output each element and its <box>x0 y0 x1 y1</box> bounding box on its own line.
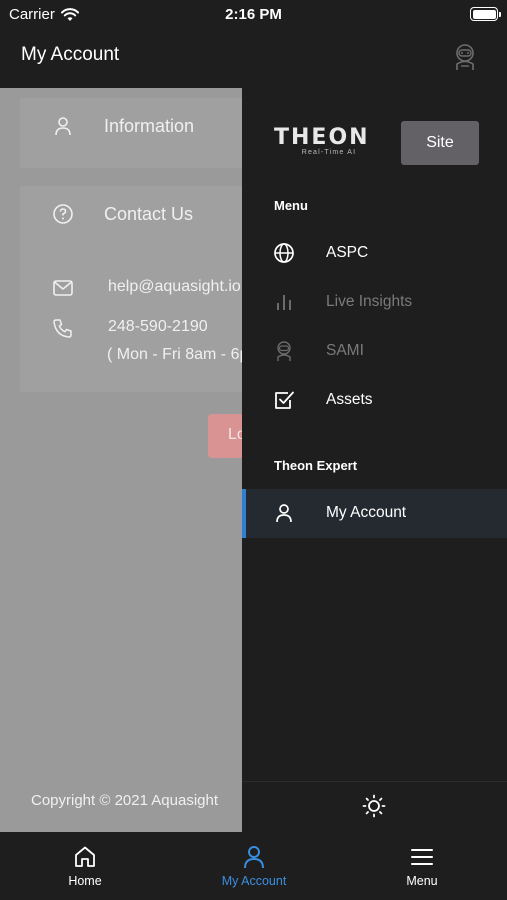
help-circle-icon <box>53 204 73 224</box>
user-icon <box>55 117 71 136</box>
mail-icon <box>53 280 73 296</box>
battery-icon <box>470 7 501 21</box>
tab-label-menu: Menu <box>406 874 438 888</box>
site-button[interactable]: Site <box>401 121 479 165</box>
app-header: My Account <box>0 30 507 88</box>
brand-name: THEON <box>274 125 370 150</box>
user-icon <box>276 504 292 523</box>
page-title: My Account <box>21 44 120 65</box>
nav-label-live-insights: Live Insights <box>326 293 413 310</box>
account-content: Information Contact Us help@aquasight.io… <box>0 88 242 832</box>
tab-home[interactable]: Home <box>25 844 145 888</box>
robot-icon <box>277 341 291 361</box>
nav-label-sami: SAMI <box>326 342 364 359</box>
nav-item-my-account[interactable]: My Account <box>242 489 507 538</box>
tab-menu[interactable]: Menu <box>362 844 482 888</box>
tab-bar: Home My Account Menu <box>0 832 507 900</box>
nav-item-assets[interactable]: Assets <box>242 376 507 425</box>
brand-tagline: Real-Time AI <box>301 149 357 156</box>
tab-label-my-account: My Account <box>221 874 287 888</box>
email-link[interactable]: help@aquasight.io <box>108 278 241 296</box>
tab-label-home: Home <box>68 874 102 888</box>
expert-section-title: Theon Expert <box>274 458 358 473</box>
tab-my-account[interactable]: My Account <box>194 844 314 888</box>
robot-icon[interactable] <box>451 42 479 72</box>
phone-icon <box>53 319 72 338</box>
logout-button[interactable]: Logout <box>208 414 242 458</box>
office-hours: ( Mon - Fri 8am - 6pm ) <box>107 346 242 363</box>
bar-chart-icon <box>277 295 291 310</box>
nav-label-my-account: My Account <box>326 504 407 521</box>
nav-item-sami[interactable]: SAMI <box>242 327 507 376</box>
nav-item-live-insights[interactable]: Live Insights <box>242 278 507 327</box>
checkbox-icon <box>275 391 294 409</box>
status-bar: Carrier 2:16 PM <box>0 0 507 30</box>
nav-label-assets: Assets <box>326 391 373 408</box>
sun-icon[interactable] <box>362 794 386 818</box>
drawer-footer <box>242 781 507 832</box>
nav-label-aspc: ASPC <box>326 244 369 261</box>
menu-section-title: Menu <box>274 198 308 213</box>
user-icon <box>244 846 264 869</box>
theon-logo: THEON Real-Time AI <box>274 125 384 157</box>
globe-icon <box>274 243 294 263</box>
clock: 2:16 PM <box>225 6 282 23</box>
copyright-text: Copyright © 2021 Aquasight <box>31 792 219 809</box>
home-icon <box>75 846 95 867</box>
contact-label: Contact Us <box>104 204 194 224</box>
phone-link[interactable]: 248-590-2190 <box>108 318 208 336</box>
nav-item-aspc[interactable]: ASPC <box>242 229 507 278</box>
side-drawer: THEON Real-Time AI Site Menu ASPC Live I… <box>242 88 507 832</box>
hamburger-icon <box>411 849 433 865</box>
information-label: Information <box>104 116 195 136</box>
